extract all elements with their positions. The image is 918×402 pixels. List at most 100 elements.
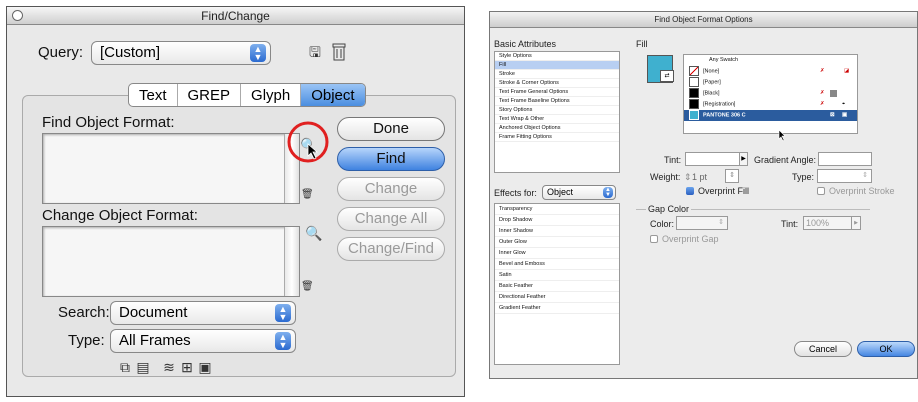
spot-color-icon: ⊠ [830,112,835,118]
type-dropdown[interactable]: All Frames ▲ ▼ [110,329,296,353]
include-hidden-layers-icon[interactable]: ≋ [161,359,177,375]
gap-tint-input[interactable]: 100% ▶ [803,216,861,230]
swatch-item-selected[interactable]: PANTONE 306 C ⊠ ▣ [684,110,857,121]
find-change-dialog: Find/Change Query: [Custom] ▲ ▼ 🖫 Text GR… [6,6,465,397]
search-dropdown[interactable]: Document ▲ ▼ [110,301,296,325]
list-item-selected[interactable]: Fill [495,61,619,70]
list-item[interactable]: Gradient Feather [495,303,619,314]
non-editable-icon: ✗ [820,101,825,107]
weight-stepper-icon[interactable]: ⇕ [684,172,692,183]
dialog-title: Find Object Format Options [654,15,753,24]
specify-change-format-icon[interactable]: 🔍 [305,225,322,241]
effects-list: Transparency Drop Shadow Inner Shadow Ou… [494,203,620,365]
gap-tint-value: 100% [806,218,830,228]
list-item[interactable]: Text Wrap & Other [495,115,619,124]
query-label: Query: [38,44,84,61]
effects-for-dropdown[interactable]: Object ▲ ▼ [542,185,616,200]
tint-label: Tint: [664,155,682,165]
list-item[interactable]: Directional Feather [495,292,619,303]
gap-color-dropdown[interactable]: ⇕ [676,216,728,230]
cmyk-icon: ▣ [842,112,848,118]
swatch-item[interactable]: [None] ✗ ◪ [684,66,857,77]
tint-input[interactable]: ▶ [685,152,748,166]
include-locked-layers-icon[interactable]: ⧉ [117,359,133,375]
list-item[interactable]: Outer Glow [495,237,619,248]
change-format-field[interactable] [42,226,300,297]
change-button[interactable]: Change [337,177,445,201]
list-item[interactable]: Anchored Object Options [495,124,619,133]
list-item[interactable]: Transparency [495,204,619,215]
list-item[interactable]: Stroke & Corner Options [495,79,619,88]
query-dropdown[interactable]: [Custom] ▲ ▼ [91,41,271,65]
ok-button[interactable]: OK [857,341,915,357]
list-item[interactable]: Satin [495,270,619,281]
tint-menu-arrow-icon[interactable]: ▶ [739,152,748,166]
change-all-button[interactable]: Change All [337,207,445,231]
weight-value[interactable]: 1 pt [692,172,707,182]
tab-grep[interactable]: GREP [178,84,242,106]
tab-text[interactable]: Text [129,84,178,106]
list-item[interactable]: Inner Glow [495,248,619,259]
clear-find-format-icon[interactable]: 🗑 [301,187,314,203]
swatch-name: Any Swatch [709,57,739,63]
tab-glyph[interactable]: Glyph [241,84,302,106]
list-item[interactable]: Style Options [495,52,619,61]
swatch-item[interactable]: [Registration] ✗ ⌖ [684,99,857,110]
list-item[interactable]: Text Frame General Options [495,88,619,97]
list-item[interactable]: Bevel and Emboss [495,259,619,270]
overprint-fill-label: Overprint Fill [698,186,750,196]
list-item[interactable]: Frame Fitting Options [495,133,619,142]
overprint-fill-checkbox[interactable] [686,187,694,195]
swatch-item[interactable]: [Paper] [684,77,857,88]
non-editable-icon: ✗ [820,90,825,96]
gradient-angle-label: Gradient Angle: [754,155,817,165]
change-scrollbar[interactable] [284,227,299,296]
done-button[interactable]: Done [337,117,445,141]
change-format-label: Change Object Format: [42,207,198,224]
list-item[interactable]: Text Frame Baseline Options [495,97,619,106]
delete-query-icon[interactable] [331,43,347,64]
list-item[interactable]: Inner Shadow [495,226,619,237]
overprint-stroke-label: Overprint Stroke [829,186,895,196]
change-find-button[interactable]: Change/Find [337,237,445,261]
swatch-name: PANTONE 306 C [703,112,746,119]
list-item[interactable]: Basic Feather [495,281,619,292]
chevron-updown-icon: ▲ ▼ [603,187,613,198]
list-item[interactable]: Stroke [495,70,619,79]
process-color-icon [830,90,837,97]
swatch-item[interactable]: [Black] ✗ [684,88,857,99]
list-item[interactable]: Story Options [495,106,619,115]
registration-swatch-icon [689,99,699,109]
swap-fill-icon[interactable]: ⇄ [660,70,674,82]
search-value: Document [119,304,188,321]
chevron-updown-icon: ▲ ▼ [275,304,291,322]
registration-icon: ⌖ [842,101,846,107]
include-master-pages-icon[interactable]: ⊞ [179,359,195,375]
chevron-updown-icon: ▲ ▼ [275,332,291,350]
swatch-item[interactable]: Any Swatch [684,55,857,66]
list-item[interactable]: Drop Shadow [495,215,619,226]
find-format-field[interactable] [42,133,300,204]
tab-object[interactable]: Object [301,84,365,106]
close-window-icon[interactable] [12,10,23,21]
swatch-name: [Registration] [703,101,736,108]
gradient-angle-input[interactable] [818,152,872,166]
overprint-stroke-checkbox[interactable] [817,187,825,195]
fill-header: Fill [636,39,648,49]
pantone-swatch-icon [689,110,699,120]
clear-change-format-icon[interactable]: 🗑 [301,279,314,295]
gap-color-header: Gap Color [646,204,692,214]
swatch-list: Any Swatch [None] ✗ ◪ [Paper] [Black] ✗ [Re… [683,54,858,134]
swatch-name: [None] [703,68,720,75]
swatch-name: [Black] [703,90,720,97]
include-locked-stories-icon[interactable]: ▤ [135,359,151,375]
weight-dropdown[interactable]: ⇕ [725,169,739,183]
stroke-type-dropdown[interactable]: ⇕ [817,169,872,183]
cancel-button[interactable]: Cancel [794,341,852,357]
overprint-gap-checkbox[interactable] [650,235,658,243]
save-query-icon[interactable]: 🖫 [307,44,323,60]
find-button[interactable]: Find [337,147,445,171]
include-footnotes-icon[interactable]: ▣ [197,359,213,375]
none-swatch-icon [689,66,699,76]
gap-tint-menu-icon[interactable]: ▶ [851,217,860,229]
